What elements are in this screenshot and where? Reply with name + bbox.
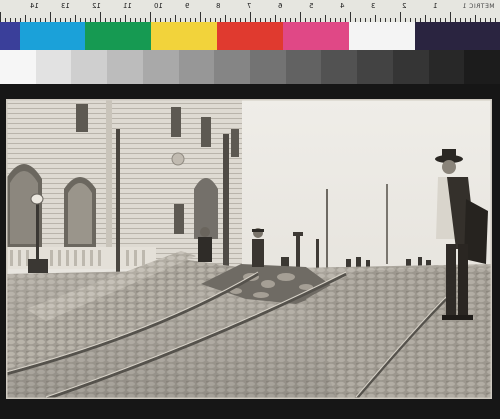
color-patch (283, 22, 349, 50)
ruler-tick (175, 15, 176, 22)
gray-step (71, 50, 108, 84)
ruler-number: 11 (123, 2, 132, 10)
grayscale-calibration-strip (0, 50, 500, 84)
gray-step (321, 50, 358, 84)
photo-scene (6, 99, 492, 399)
color-patch (20, 22, 85, 50)
ruler-tick (475, 15, 476, 22)
ruler-number: 13 (61, 2, 70, 10)
gray-step (285, 50, 322, 84)
color-patch (349, 22, 415, 50)
ruler-number: 9 (185, 2, 190, 10)
color-patch (0, 22, 20, 50)
color-patch (415, 22, 500, 50)
ruler-number: 6 (278, 2, 283, 10)
ruler-number: 10 (154, 2, 163, 10)
ruler-tick (125, 15, 126, 22)
measuring-ruler: METRIC 1 14 13 12 11 10 9 8 7 6 5 4 3 2 1 (0, 0, 500, 22)
ruler-number: 1 (433, 2, 438, 10)
gray-step (357, 50, 393, 84)
ruler-number: 2 (402, 2, 407, 10)
ruler-number: 4 (340, 2, 345, 10)
ruler-number: 14 (30, 2, 39, 10)
gray-step (428, 50, 465, 84)
gray-step (392, 50, 429, 84)
ruler-tick (375, 15, 376, 22)
ruler-tick (200, 12, 201, 22)
gray-step (464, 50, 500, 84)
ruler-number: 7 (247, 2, 252, 10)
ruler-tick (150, 12, 151, 22)
historic-photograph (6, 99, 492, 399)
ruler-tick (350, 12, 351, 22)
ruler-number: 3 (371, 2, 376, 10)
gray-step (107, 50, 143, 84)
ruler-tick (0, 12, 1, 22)
ruler-tick (50, 12, 51, 22)
ruler-tick (300, 12, 301, 22)
ruler-tick (250, 12, 251, 22)
color-patch (217, 22, 283, 50)
color-patch (151, 22, 217, 50)
ruler-tick (425, 15, 426, 22)
ruler-number: 5 (309, 2, 314, 10)
color-patch (85, 22, 151, 50)
color-calibration-strip (0, 22, 500, 50)
ruler-tick (75, 15, 76, 22)
ruler-number: 12 (92, 2, 101, 10)
ruler-tick (325, 15, 326, 22)
gray-step (0, 50, 36, 84)
gray-step (250, 50, 286, 84)
ruler-tick (400, 12, 401, 22)
ruler-tick (100, 12, 101, 22)
ruler-tick (25, 15, 26, 22)
gray-step (178, 50, 215, 84)
ruler-tick (275, 15, 276, 22)
gray-step (214, 50, 251, 84)
gray-step (35, 50, 72, 84)
ruler-label: METRIC 1 (461, 3, 495, 10)
ruler-number: 8 (216, 2, 221, 10)
gray-step (142, 50, 179, 84)
ruler-tick (450, 12, 451, 22)
photo-mount (0, 84, 500, 419)
ruler-tick (225, 15, 226, 22)
